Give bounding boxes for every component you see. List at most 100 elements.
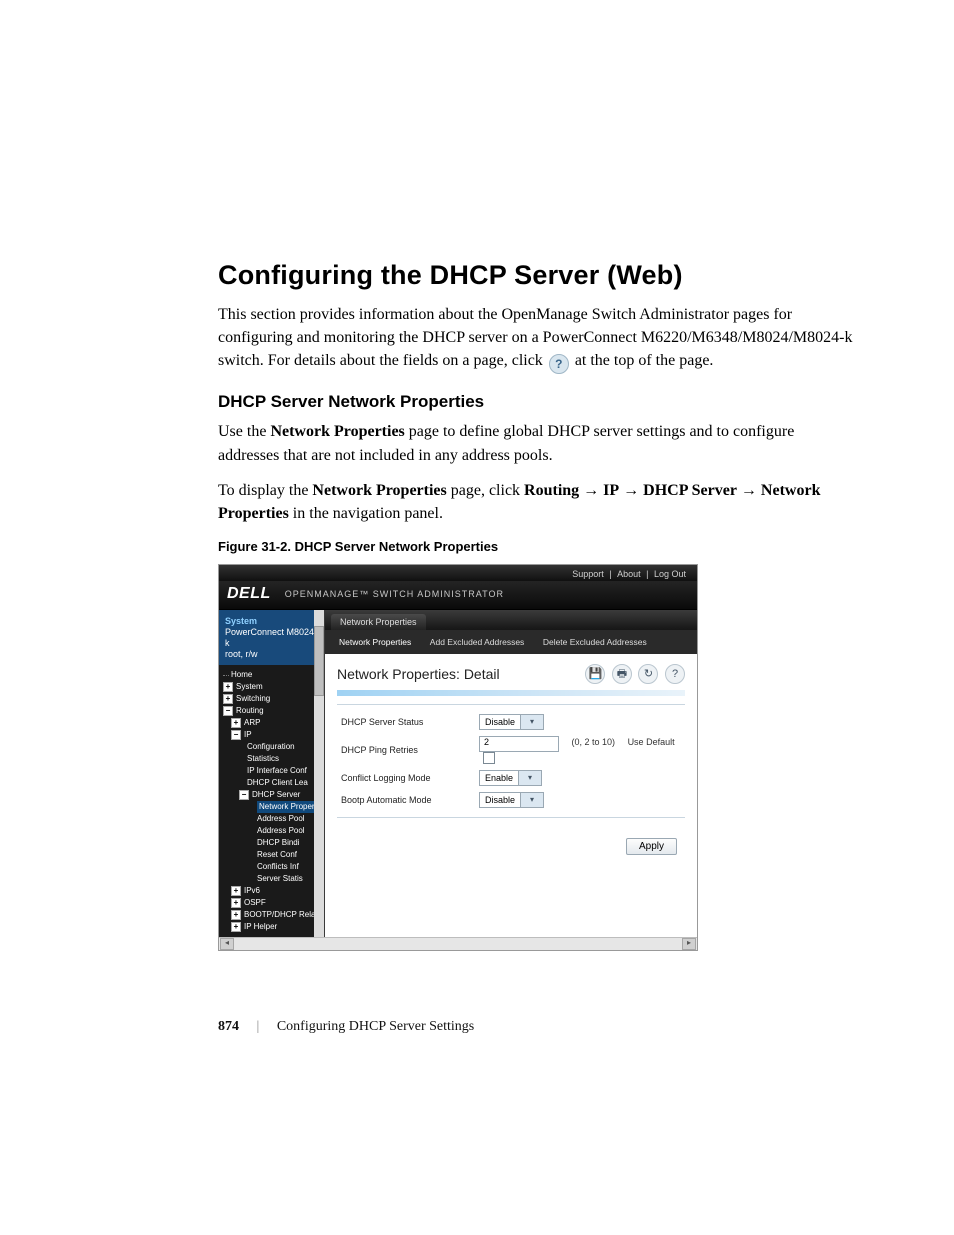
figure-caption: Figure 31-2. DHCP Server Network Propert… — [218, 539, 854, 554]
tree-switching[interactable]: +Switching — [223, 693, 324, 705]
separator — [337, 704, 685, 705]
hscroll-right[interactable]: ▸ — [682, 938, 696, 950]
link-support[interactable]: Support — [572, 569, 604, 579]
sidebar-header: System PowerConnect M8024-k root, r/w — [219, 610, 324, 665]
label-use-default: Use Default — [628, 737, 675, 747]
link-about[interactable]: About — [617, 569, 641, 579]
row-ping-retries: DHCP Ping Retries 2 (0, 2 to 10) Use Def… — [337, 733, 685, 767]
refresh-icon[interactable]: ↻ — [638, 664, 658, 684]
tree-bootp[interactable]: +BOOTP/DHCP Relay — [223, 909, 324, 921]
apply-button[interactable]: Apply — [626, 838, 677, 855]
page-footer: 874 | Configuring DHCP Server Settings — [218, 1019, 474, 1035]
hscroll-left[interactable]: ◂ — [220, 938, 234, 950]
tree-reset[interactable]: Reset Conf — [223, 849, 324, 861]
page-number: 874 — [218, 1019, 239, 1034]
hint-ping-retries: (0, 2 to 10) — [572, 737, 616, 747]
main-pane: Network Properties Network Properties Ad… — [325, 610, 697, 937]
tree-ip-stats[interactable]: Statistics — [223, 753, 324, 765]
fields-table: DHCP Server Status Disable▾ DHCP Ping Re… — [337, 711, 685, 811]
section-heading: DHCP Server Network Properties — [218, 392, 854, 412]
brand-row: DELL OPENMANAGE™ SWITCH ADMINISTRATOR — [219, 581, 697, 610]
tree-ip-config[interactable]: Configuration — [223, 741, 324, 753]
tree-ip-dhcpclient[interactable]: DHCP Client Lea — [223, 777, 324, 789]
save-icon[interactable]: 💾 — [585, 664, 605, 684]
tree-ip[interactable]: −IP — [223, 729, 324, 741]
sidebar-model: PowerConnect M8024-k — [225, 627, 317, 648]
checkbox-use-default[interactable] — [483, 752, 495, 764]
primary-tabs: Network Properties — [325, 610, 697, 630]
tree-bindings[interactable]: DHCP Bindi — [223, 837, 324, 849]
select-server-status-value: Disable — [480, 717, 520, 727]
figure-screenshot: Support | About | Log Out DELL OPENMANAG… — [218, 564, 698, 951]
detail-title: Network Properties: Detail — [337, 666, 500, 682]
intro-text-b: at the top of the page. — [575, 352, 714, 369]
separator — [337, 817, 685, 818]
link-logout[interactable]: Log Out — [654, 569, 686, 579]
p1b: Network Properties — [270, 423, 404, 440]
nav-routing: Routing — [524, 482, 579, 499]
help-icon: ? — [549, 354, 569, 374]
row-conflict-logging: Conflict Logging Mode Enable▾ — [337, 767, 685, 789]
print-icon[interactable]: 🖶 — [612, 664, 632, 684]
p2c: page, click — [447, 482, 524, 499]
header-accent — [337, 690, 685, 696]
sidebar: System PowerConnect M8024-k root, r/w Ho… — [219, 610, 325, 937]
p2b: Network Properties — [312, 482, 446, 499]
tree-iphelper[interactable]: +IP Helper — [223, 921, 324, 933]
tree-dhcp-server[interactable]: −DHCP Server — [223, 789, 324, 801]
tree-arp[interactable]: +ARP — [223, 717, 324, 729]
subtab-np[interactable]: Network Properties — [331, 635, 419, 649]
row-bootp-auto: Bootp Automatic Mode Disable▾ — [337, 789, 685, 811]
sidebar-hscroll[interactable]: ◂ ▸ — [219, 937, 697, 950]
tree-conflicts[interactable]: Conflicts Inf — [223, 861, 324, 873]
nav-dhcp: DHCP Server — [643, 482, 737, 499]
secondary-tabs: Network Properties Add Excluded Addresse… — [325, 630, 697, 654]
label-server-status: DHCP Server Status — [337, 711, 475, 733]
p2a: To display the — [218, 482, 312, 499]
suite-title: OPENMANAGE™ SWITCH ADMINISTRATOR — [285, 589, 504, 599]
tree-np[interactable]: Network Properties — [223, 801, 324, 813]
select-server-status[interactable]: Disable▾ — [479, 714, 544, 730]
p1a: Use the — [218, 423, 270, 440]
section-p2: To display the Network Properties page, … — [218, 479, 854, 525]
label-bootp-auto: Bootp Automatic Mode — [337, 789, 475, 811]
tree-ip-ifconf[interactable]: IP Interface Conf — [223, 765, 324, 777]
chevron-down-icon: ▾ — [518, 771, 541, 785]
select-bootp-auto-value: Disable — [480, 795, 520, 805]
select-bootp-auto[interactable]: Disable▾ — [479, 792, 544, 808]
footer-divider: | — [257, 1019, 260, 1034]
dell-logo: DELL — [227, 585, 271, 603]
intro-text-a: This section provides information about … — [218, 306, 852, 369]
tree-ipv6[interactable]: +IPv6 — [223, 885, 324, 897]
chapter-title: Configuring DHCP Server Settings — [277, 1019, 474, 1034]
p2d: in the navigation panel. — [289, 505, 443, 522]
label-conflict-logging: Conflict Logging Mode — [337, 767, 475, 789]
sidebar-vscroll-thumb[interactable] — [314, 626, 324, 696]
tree-serverstats[interactable]: Server Statis — [223, 873, 324, 885]
tree-ospf[interactable]: +OSPF — [223, 897, 324, 909]
page-heading: Configuring the DHCP Server (Web) — [218, 260, 854, 291]
subtab-del-excl[interactable]: Delete Excluded Addresses — [535, 635, 655, 649]
subtab-add-excl[interactable]: Add Excluded Addresses — [422, 635, 533, 649]
chevron-down-icon: ▾ — [520, 715, 543, 729]
select-conflict-logging[interactable]: Enable▾ — [479, 770, 542, 786]
tab-network-properties[interactable]: Network Properties — [331, 614, 426, 630]
detail-area: Network Properties: Detail 💾 🖶 ↻ ? DHCP … — [325, 654, 697, 867]
app-topbar: Support | About | Log Out — [219, 565, 697, 581]
label-ping-retries: DHCP Ping Retries — [337, 733, 475, 767]
tree-routing[interactable]: −Routing — [223, 705, 324, 717]
sidebar-user: root, r/w — [225, 649, 258, 659]
nav-ip: IP — [603, 482, 619, 499]
input-ping-retries[interactable]: 2 — [479, 736, 559, 752]
intro-paragraph: This section provides information about … — [218, 303, 854, 374]
tree-home[interactable]: Home — [223, 669, 324, 681]
tree-addrpool2[interactable]: Address Pool — [223, 825, 324, 837]
chevron-down-icon: ▾ — [520, 793, 543, 807]
detail-toolbar: 💾 🖶 ↻ ? — [581, 664, 685, 684]
sidebar-system: System — [225, 616, 318, 627]
section-p1: Use the Network Properties page to defin… — [218, 420, 854, 466]
tree-addrpool1[interactable]: Address Pool — [223, 813, 324, 825]
tree-system[interactable]: +System — [223, 681, 324, 693]
help-icon-toolbar[interactable]: ? — [665, 664, 685, 684]
nav-tree: Home +System +Switching −Routing +ARP −I… — [219, 665, 324, 937]
